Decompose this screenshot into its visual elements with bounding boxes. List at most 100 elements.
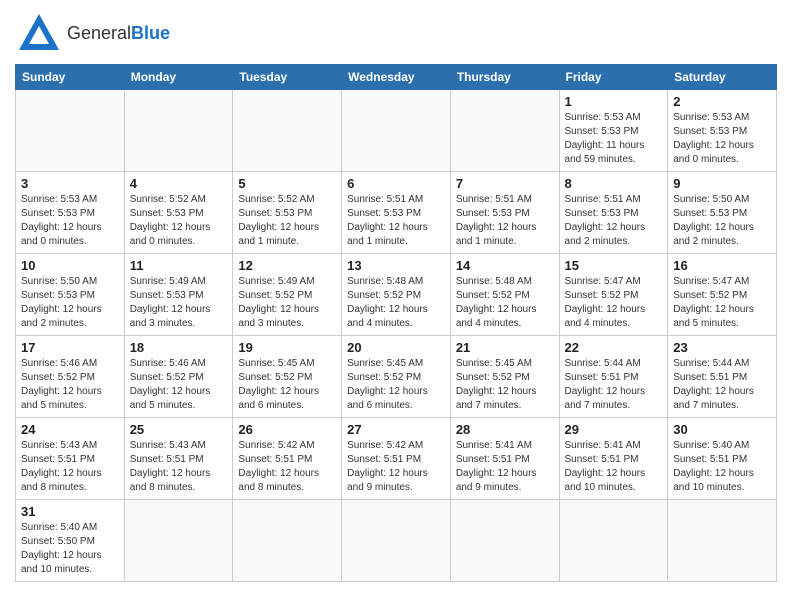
day-info: Sunrise: 5:41 AM Sunset: 5:51 PM Dayligh… <box>565 439 663 495</box>
day-info: Sunrise: 5:42 AM Sunset: 5:51 PM Dayligh… <box>347 439 445 495</box>
calendar-cell: 22 Sunrise: 5:44 AM Sunset: 5:51 PM Dayli… <box>559 336 668 418</box>
calendar-cell: 26Sunrise: 5:42 AM Sunset: 5:51 PM Dayli… <box>233 418 342 500</box>
day-number: 15 <box>565 258 663 273</box>
calendar-cell: 12 Sunrise: 5:49 AM Sunset: 5:52 PM Dayli… <box>233 254 342 336</box>
day-info: Sunrise: 5:49 AM Sunset: 5:52 PM Dayligh… <box>238 275 336 331</box>
day-number: 14 <box>456 258 554 273</box>
day-info: Sunrise: 5:42 AM Sunset: 5:51 PM Dayligh… <box>238 439 336 495</box>
weekday-header-friday: Friday <box>559 65 668 90</box>
day-number: 18 <box>130 340 228 355</box>
day-number: 7 <box>456 176 554 191</box>
calendar-cell: 6Sunrise: 5:51 AM Sunset: 5:53 PM Daylig… <box>342 172 451 254</box>
day-number: 3 <box>21 176 119 191</box>
calendar-cell: 24Sunrise: 5:43 AM Sunset: 5:51 PM Dayli… <box>16 418 125 500</box>
day-info: Sunrise: 5:44 AM Sunset: 5:51 PM Dayligh… <box>565 357 663 413</box>
calendar-week-1: 3 Sunrise: 5:53 AM Sunset: 5:53 PM Daylig… <box>16 172 777 254</box>
day-number: 11 <box>130 258 228 273</box>
calendar-week-2: 10 Sunrise: 5:50 AM Sunset: 5:53 PM Dayli… <box>16 254 777 336</box>
calendar-cell: 15 Sunrise: 5:47 AM Sunset: 5:52 PM Dayli… <box>559 254 668 336</box>
calendar-cell: 2Sunrise: 5:53 AM Sunset: 5:53 PM Daylig… <box>668 90 777 172</box>
day-number: 31 <box>21 504 119 519</box>
day-number: 10 <box>21 258 119 273</box>
day-number: 25 <box>130 422 228 437</box>
day-number: 5 <box>238 176 336 191</box>
calendar-cell: 8Sunrise: 5:51 AM Sunset: 5:53 PM Daylig… <box>559 172 668 254</box>
day-number: 13 <box>347 258 445 273</box>
day-number: 22 <box>565 340 663 355</box>
logo-icon <box>15 10 63 58</box>
calendar-cell: 10 Sunrise: 5:50 AM Sunset: 5:53 PM Dayli… <box>16 254 125 336</box>
day-info: Sunrise: 5:44 AM Sunset: 5:51 PM Dayligh… <box>673 357 771 413</box>
calendar-cell: 7 Sunrise: 5:51 AM Sunset: 5:53 PM Daylig… <box>450 172 559 254</box>
day-info: Sunrise: 5:43 AM Sunset: 5:51 PM Dayligh… <box>130 439 228 495</box>
calendar-cell: 18Sunrise: 5:46 AM Sunset: 5:52 PM Dayli… <box>124 336 233 418</box>
calendar-cell: 14 Sunrise: 5:48 AM Sunset: 5:52 PM Dayli… <box>450 254 559 336</box>
day-number: 28 <box>456 422 554 437</box>
calendar-cell <box>342 90 451 172</box>
weekday-header-saturday: Saturday <box>668 65 777 90</box>
calendar-cell: 11 Sunrise: 5:49 AM Sunset: 5:53 PM Dayli… <box>124 254 233 336</box>
weekday-header-tuesday: Tuesday <box>233 65 342 90</box>
day-info: Sunrise: 5:45 AM Sunset: 5:52 PM Dayligh… <box>347 357 445 413</box>
calendar-week-0: 1 Sunrise: 5:53 AM Sunset: 5:53 PM Daylig… <box>16 90 777 172</box>
day-number: 27 <box>347 422 445 437</box>
day-info: Sunrise: 5:47 AM Sunset: 5:52 PM Dayligh… <box>673 275 771 331</box>
calendar-cell <box>124 500 233 582</box>
calendar-cell: 28 Sunrise: 5:41 AM Sunset: 5:51 PM Dayli… <box>450 418 559 500</box>
day-info: Sunrise: 5:50 AM Sunset: 5:53 PM Dayligh… <box>21 275 119 331</box>
calendar-cell: 31 Sunrise: 5:40 AM Sunset: 5:50 PM Dayli… <box>16 500 125 582</box>
day-info: Sunrise: 5:48 AM Sunset: 5:52 PM Dayligh… <box>456 275 554 331</box>
day-number: 29 <box>565 422 663 437</box>
calendar-cell: 9Sunrise: 5:50 AM Sunset: 5:53 PM Daylig… <box>668 172 777 254</box>
day-number: 6 <box>347 176 445 191</box>
day-info: Sunrise: 5:49 AM Sunset: 5:53 PM Dayligh… <box>130 275 228 331</box>
day-info: Sunrise: 5:48 AM Sunset: 5:52 PM Dayligh… <box>347 275 445 331</box>
calendar-cell <box>450 500 559 582</box>
logo-text: GeneralBlue <box>67 23 170 45</box>
calendar-cell: 19Sunrise: 5:45 AM Sunset: 5:52 PM Dayli… <box>233 336 342 418</box>
calendar-cell <box>668 500 777 582</box>
day-number: 30 <box>673 422 771 437</box>
calendar-cell: 13 Sunrise: 5:48 AM Sunset: 5:52 PM Dayli… <box>342 254 451 336</box>
calendar-body: 1 Sunrise: 5:53 AM Sunset: 5:53 PM Daylig… <box>16 90 777 582</box>
day-number: 12 <box>238 258 336 273</box>
calendar-cell <box>124 90 233 172</box>
calendar-cell: 20 Sunrise: 5:45 AM Sunset: 5:52 PM Dayli… <box>342 336 451 418</box>
calendar-cell <box>559 500 668 582</box>
calendar-week-4: 24Sunrise: 5:43 AM Sunset: 5:51 PM Dayli… <box>16 418 777 500</box>
calendar-cell <box>233 90 342 172</box>
calendar-cell <box>342 500 451 582</box>
calendar-cell: 27 Sunrise: 5:42 AM Sunset: 5:51 PM Dayli… <box>342 418 451 500</box>
day-number: 4 <box>130 176 228 191</box>
calendar-table: SundayMondayTuesdayWednesdayThursdayFrid… <box>15 64 777 582</box>
day-number: 19 <box>238 340 336 355</box>
day-info: Sunrise: 5:51 AM Sunset: 5:53 PM Dayligh… <box>456 193 554 249</box>
weekday-header-thursday: Thursday <box>450 65 559 90</box>
calendar-cell <box>233 500 342 582</box>
day-number: 1 <box>565 94 663 109</box>
calendar-cell: 17Sunrise: 5:46 AM Sunset: 5:52 PM Dayli… <box>16 336 125 418</box>
weekday-header-sunday: Sunday <box>16 65 125 90</box>
day-info: Sunrise: 5:40 AM Sunset: 5:51 PM Dayligh… <box>673 439 771 495</box>
day-number: 23 <box>673 340 771 355</box>
calendar-cell: 3 Sunrise: 5:53 AM Sunset: 5:53 PM Daylig… <box>16 172 125 254</box>
day-info: Sunrise: 5:43 AM Sunset: 5:51 PM Dayligh… <box>21 439 119 495</box>
day-number: 8 <box>565 176 663 191</box>
day-info: Sunrise: 5:50 AM Sunset: 5:53 PM Dayligh… <box>673 193 771 249</box>
day-info: Sunrise: 5:53 AM Sunset: 5:53 PM Dayligh… <box>21 193 119 249</box>
calendar-cell: 16Sunrise: 5:47 AM Sunset: 5:52 PM Dayli… <box>668 254 777 336</box>
calendar-cell: 23 Sunrise: 5:44 AM Sunset: 5:51 PM Dayli… <box>668 336 777 418</box>
day-info: Sunrise: 5:40 AM Sunset: 5:50 PM Dayligh… <box>21 521 119 577</box>
header: GeneralBlue <box>15 10 777 58</box>
day-info: Sunrise: 5:41 AM Sunset: 5:51 PM Dayligh… <box>456 439 554 495</box>
day-number: 20 <box>347 340 445 355</box>
day-info: Sunrise: 5:47 AM Sunset: 5:52 PM Dayligh… <box>565 275 663 331</box>
calendar-cell <box>450 90 559 172</box>
day-info: Sunrise: 5:46 AM Sunset: 5:52 PM Dayligh… <box>21 357 119 413</box>
calendar-cell: 4Sunrise: 5:52 AM Sunset: 5:53 PM Daylig… <box>124 172 233 254</box>
calendar-cell: 1Sunrise: 5:53 AM Sunset: 5:53 PM Daylig… <box>559 90 668 172</box>
calendar-cell: 5Sunrise: 5:52 AM Sunset: 5:53 PM Daylig… <box>233 172 342 254</box>
calendar-week-3: 17Sunrise: 5:46 AM Sunset: 5:52 PM Dayli… <box>16 336 777 418</box>
day-number: 21 <box>456 340 554 355</box>
day-info: Sunrise: 5:53 AM Sunset: 5:53 PM Dayligh… <box>673 111 771 167</box>
